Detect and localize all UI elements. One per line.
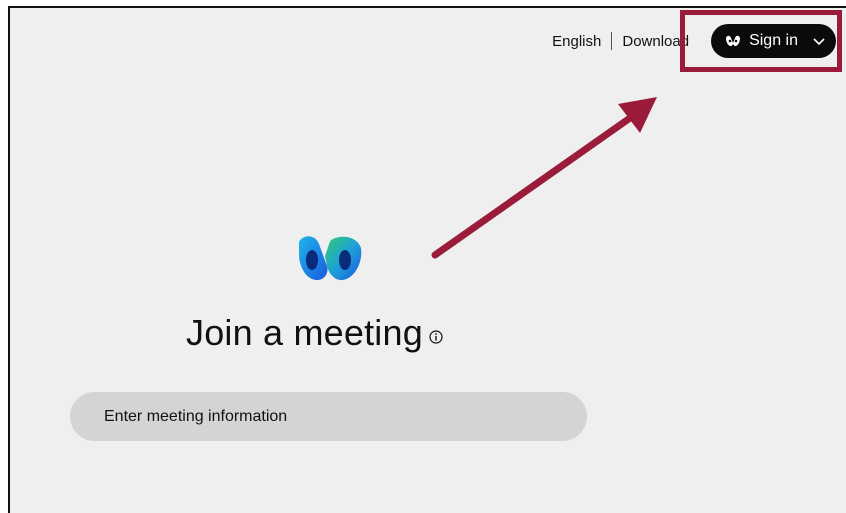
page-title: Join a meeting	[186, 312, 443, 354]
info-icon[interactable]	[429, 330, 443, 344]
chevron-down-icon	[813, 38, 825, 46]
meeting-info-placeholder: Enter meeting information	[104, 407, 288, 425]
meeting-info-input[interactable]: Enter meeting information	[70, 392, 587, 441]
page-title-text: Join a meeting	[186, 312, 423, 353]
sign-in-label: Sign in	[749, 32, 798, 49]
webex-mini-icon	[726, 35, 741, 46]
language-link[interactable]: English	[552, 33, 601, 50]
divider	[611, 32, 613, 50]
app-window: English Download Sign in Join a meeting …	[8, 6, 846, 513]
top-nav: English Download Sign in	[552, 24, 836, 58]
webex-logo-icon	[299, 236, 362, 281]
download-link[interactable]: Download	[622, 33, 689, 50]
sign-in-button[interactable]: Sign in	[711, 24, 836, 58]
